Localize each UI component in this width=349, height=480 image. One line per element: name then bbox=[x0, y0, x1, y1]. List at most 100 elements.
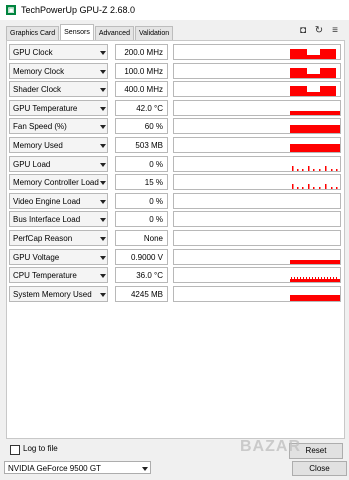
log-to-file-checkbox[interactable] bbox=[10, 445, 20, 455]
menu-icon[interactable]: ≡ bbox=[329, 25, 341, 37]
sensor-value: 0 % bbox=[115, 155, 168, 172]
sensor-graph-plot bbox=[174, 194, 340, 208]
sensor-graph bbox=[173, 192, 341, 209]
gpu-select-value: NVIDIA GeForce 9500 GT bbox=[8, 464, 101, 473]
sensor-label-dropdown[interactable]: CPU Temperature bbox=[9, 267, 108, 284]
chevron-down-icon bbox=[100, 162, 106, 167]
sensor-label-dropdown[interactable]: Fan Speed (%) bbox=[9, 118, 108, 135]
chevron-down-icon bbox=[100, 88, 106, 93]
sensor-graph bbox=[173, 285, 341, 302]
tab-strip: Graphics Card Sensors Advanced Validatio… bbox=[6, 24, 174, 41]
chevron-down-icon bbox=[100, 218, 106, 223]
sensor-row: System Memory Used 4245 MB bbox=[9, 285, 341, 303]
sensor-label-dropdown[interactable]: GPU Load bbox=[9, 155, 108, 172]
sensor-label-dropdown[interactable]: System Memory Used bbox=[9, 285, 108, 302]
sensor-label-dropdown[interactable]: PerfCap Reason bbox=[9, 230, 108, 246]
sensor-graph bbox=[173, 81, 341, 98]
chevron-down-icon bbox=[100, 51, 106, 55]
sensor-label-text: Shader Clock bbox=[13, 85, 62, 95]
sensor-graph-plot bbox=[290, 49, 336, 59]
sensor-value: 0.9000 V bbox=[115, 248, 168, 265]
sensor-row: Memory Used 503 MB bbox=[9, 137, 341, 154]
chevron-down-icon bbox=[100, 274, 106, 279]
refresh-icon[interactable]: ↻ bbox=[313, 25, 325, 37]
sensor-value: 503 MB bbox=[115, 137, 168, 153]
sensor-label-text: Memory Controller Load bbox=[13, 178, 99, 188]
sensor-label-dropdown[interactable]: Memory Used bbox=[9, 137, 108, 153]
sensor-value: 200.0 MHz bbox=[115, 44, 168, 60]
gpuz-app-icon: ▣ bbox=[6, 5, 16, 15]
sensor-graph-plot bbox=[290, 144, 340, 152]
sensor-label-dropdown[interactable]: GPU Voltage bbox=[9, 248, 108, 265]
sensor-graph-plot bbox=[292, 184, 338, 190]
sensor-value: 100.0 MHz bbox=[115, 62, 168, 79]
sensor-value: None bbox=[115, 230, 168, 246]
sensor-row: Memory Clock 100.0 MHz bbox=[9, 62, 341, 80]
sensor-value: 42.0 °C bbox=[115, 99, 168, 116]
sensor-value: 4245 MB bbox=[115, 285, 168, 302]
sensor-graph bbox=[173, 211, 341, 228]
sensor-graph bbox=[173, 230, 341, 246]
sensor-label-text: GPU Clock bbox=[13, 48, 53, 57]
chevron-down-icon bbox=[142, 467, 148, 471]
sensor-value: 0 % bbox=[115, 211, 168, 228]
tab-validation[interactable]: Validation bbox=[134, 26, 174, 41]
sensor-row: Fan Speed (%) 60 % bbox=[9, 118, 341, 135]
sensors-panel: GPU Clock 200.0 MHz Memory Clock 100.0 MHz S… bbox=[6, 40, 345, 439]
tab-sensors[interactable]: Sensors bbox=[60, 24, 94, 41]
sensor-graph bbox=[173, 44, 341, 60]
sensor-graph-plot bbox=[292, 165, 338, 171]
sensor-graph bbox=[173, 118, 341, 135]
log-to-file-label: Log to file bbox=[23, 444, 58, 453]
camera-icon[interactable]: ◘ bbox=[297, 25, 309, 37]
gpu-select[interactable]: NVIDIA GeForce 9500 GT bbox=[4, 461, 151, 474]
sensor-label-dropdown[interactable]: Memory Controller Load bbox=[9, 174, 108, 191]
gpuz-window: ▣ TechPowerUp GPU-Z 2.68.0 Graphics Card… bbox=[0, 0, 349, 480]
sensor-row: CPU Temperature 36.0 °C bbox=[9, 267, 341, 284]
sensor-label-dropdown[interactable]: GPU Temperature bbox=[9, 99, 108, 116]
sensor-graph-plot bbox=[174, 231, 340, 245]
sensor-graph-plot bbox=[290, 125, 340, 134]
sensor-label-text: System Memory Used bbox=[13, 289, 92, 299]
chevron-down-icon bbox=[100, 181, 106, 186]
sensor-label-dropdown[interactable]: Video Engine Load bbox=[9, 192, 108, 209]
sensor-label-text: Bus Interface Load bbox=[13, 215, 81, 225]
sensor-label-text: Memory Clock bbox=[13, 66, 65, 76]
close-button[interactable]: Close bbox=[292, 461, 347, 476]
sensor-label-dropdown[interactable]: Memory Clock bbox=[9, 62, 108, 79]
sensor-row: GPU Clock 200.0 MHz bbox=[9, 44, 341, 61]
sensor-label-text: Memory Used bbox=[13, 141, 63, 150]
sensor-label-dropdown[interactable]: Shader Clock bbox=[9, 81, 108, 98]
chevron-down-icon bbox=[100, 255, 106, 260]
sensor-label-text: Fan Speed (%) bbox=[13, 122, 67, 132]
sensor-label-text: CPU Temperature bbox=[13, 271, 77, 281]
sensor-value: 60 % bbox=[115, 118, 168, 135]
sensor-row: Shader Clock 400.0 MHz bbox=[9, 81, 341, 98]
sensor-row: GPU Load 0 % bbox=[9, 155, 341, 173]
sensor-row: Video Engine Load 0 % bbox=[9, 192, 341, 210]
sensor-graph bbox=[173, 155, 341, 172]
sensor-label-dropdown[interactable]: GPU Clock bbox=[9, 44, 108, 60]
sensor-label-dropdown[interactable]: Bus Interface Load bbox=[9, 211, 108, 228]
sensor-graph-plot bbox=[290, 259, 340, 264]
sensor-value: 400.0 MHz bbox=[115, 81, 168, 98]
window-title: TechPowerUp GPU-Z 2.68.0 bbox=[21, 5, 136, 15]
sensor-graph bbox=[173, 137, 341, 153]
sensor-graph-plot bbox=[290, 110, 340, 115]
chevron-down-icon bbox=[100, 144, 106, 148]
sensor-row: PerfCap Reason None bbox=[9, 230, 341, 247]
sensor-graph-plot bbox=[290, 277, 340, 283]
toolbar: ◘ ↻ ≡ bbox=[297, 25, 341, 37]
chevron-down-icon bbox=[100, 125, 106, 130]
chevron-down-icon bbox=[100, 237, 106, 241]
sensor-row: Memory Controller Load 15 % bbox=[9, 174, 341, 191]
tab-graphics-card[interactable]: Graphics Card bbox=[6, 26, 60, 41]
title-bar: ▣ TechPowerUp GPU-Z 2.68.0 bbox=[0, 0, 349, 20]
chevron-down-icon bbox=[100, 199, 106, 204]
sensor-graph bbox=[173, 62, 341, 79]
sensor-graph-plot bbox=[290, 86, 336, 97]
sensor-graph-plot bbox=[174, 212, 340, 226]
sensor-label-text: GPU Voltage bbox=[13, 252, 60, 262]
tab-advanced[interactable]: Advanced bbox=[94, 26, 134, 41]
chevron-down-icon bbox=[100, 106, 106, 111]
